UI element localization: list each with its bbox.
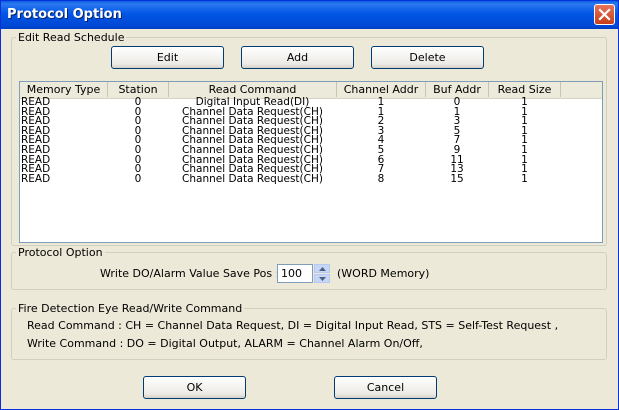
spin-down-button[interactable] <box>314 274 330 283</box>
edit-read-schedule-legend: Edit Read Schedule <box>18 31 125 44</box>
arrow-up-icon <box>318 266 326 271</box>
column-header-read-size[interactable]: Read Size <box>489 82 561 97</box>
add-button[interactable]: Add <box>241 46 354 69</box>
save-pos-spinner[interactable] <box>314 264 330 283</box>
cell-station: 0 <box>134 172 142 185</box>
close-button[interactable] <box>594 4 615 25</box>
protocol-option-legend: Protocol Option <box>18 246 103 259</box>
save-pos-label: Write DO/Alarm Value Save Pos : <box>100 267 280 280</box>
ok-button[interactable]: OK <box>143 376 246 399</box>
column-header-channel-addr[interactable]: Channel Addr <box>337 82 426 97</box>
word-memory-label: (WORD Memory) <box>337 267 430 280</box>
write-command-info: Write Command : DO = Digital Output, ALA… <box>27 337 423 350</box>
arrow-down-icon <box>318 276 326 281</box>
edit-button[interactable]: Edit <box>111 46 224 69</box>
column-header-station[interactable]: Station <box>108 82 169 97</box>
cell-memory-type: READ <box>21 172 51 185</box>
cell-channel-addr: 8 <box>377 172 385 185</box>
save-pos-input[interactable]: 100 <box>277 264 313 283</box>
spin-up-button[interactable] <box>314 264 330 273</box>
column-header-buf-addr[interactable]: Buf Addr <box>426 82 489 97</box>
cancel-button[interactable]: Cancel <box>334 376 437 399</box>
delete-button[interactable]: Delete <box>371 46 484 69</box>
table-row[interactable]: READ 0 Channel Data Request(CH) 8 15 1 <box>20 172 602 185</box>
title-bar[interactable]: Protocol Option <box>1 1 618 29</box>
protocol-option-dialog: Protocol Option Edit Read Schedule Edit … <box>0 0 619 410</box>
column-header-memory-type[interactable]: Memory Type <box>20 82 108 97</box>
fire-detection-legend: Fire Detection Eye Read/Write Command <box>18 302 243 315</box>
column-header-read-command[interactable]: Read Command <box>169 82 337 97</box>
window-title: Protocol Option <box>7 7 122 22</box>
cell-buf-addr: 15 <box>450 172 464 185</box>
read-schedule-list[interactable]: Memory Type Station Read Command Channel… <box>19 81 603 243</box>
list-rows: READ 0 Digital Input Read(DI) 1 0 1 READ… <box>20 96 602 185</box>
cell-read-command: Channel Data Request(CH) <box>182 172 323 185</box>
read-command-info: Read Command : CH = Channel Data Request… <box>27 319 559 332</box>
close-icon <box>598 8 611 21</box>
cell-read-size: 1 <box>521 172 528 185</box>
